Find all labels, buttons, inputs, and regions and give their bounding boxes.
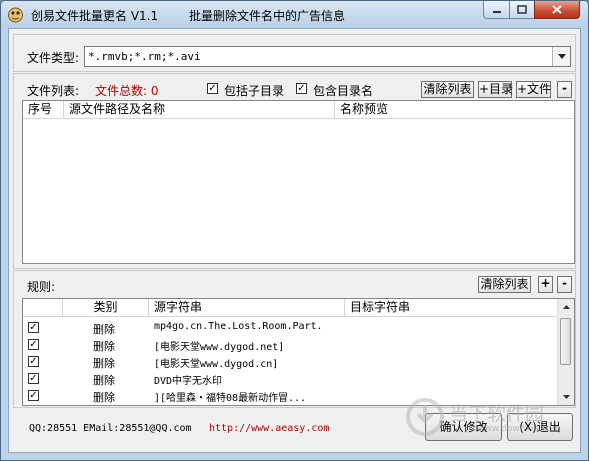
scroll-down-button[interactable] xyxy=(558,389,574,405)
rule-type: 删除 xyxy=(93,323,115,336)
watermark xyxy=(405,397,445,440)
rule-source-string: ][哈里森・福特08最新动作冒... xyxy=(154,393,307,404)
file-type-value: *.rmvb;*.rm;*.avi xyxy=(88,50,201,63)
rule-source-string: [电影天堂www.dygod.net] xyxy=(154,342,285,353)
add-file-button[interactable]: +文件 xyxy=(516,81,551,98)
maximize-button[interactable] xyxy=(509,1,535,19)
title-bar[interactable]: 创易文件批量更名 V1.1 批量删除文件名中的广告信息 xyxy=(1,1,588,28)
watermark-url: www.downxia.com xyxy=(477,424,561,434)
clear-rules-button[interactable]: 清除列表 xyxy=(478,276,531,293)
rule-type: 删除 xyxy=(93,374,115,387)
combo-dropdown-button[interactable] xyxy=(552,47,570,66)
rule-type: 删除 xyxy=(93,391,115,404)
column-header-check[interactable] xyxy=(23,299,63,316)
window-title: 创易文件批量更名 V1.1 xyxy=(31,9,159,23)
column-header-name-preview[interactable]: 名称预览 xyxy=(335,101,574,118)
rule-row[interactable]: ✓ 删除 [电影天堂www.dygod.cn] xyxy=(23,353,558,370)
client-area: 文件类型: *.rmvb;*.rm;*.avi 文件列表: 文件总数: 0 ✓ … xyxy=(8,28,581,453)
column-header-source-string[interactable]: 源字符串 xyxy=(149,299,345,316)
scroll-up-button[interactable] xyxy=(558,299,574,315)
column-header-index[interactable]: 序号 xyxy=(23,101,64,118)
rule-row[interactable]: ✓ 删除 mp4go.cn.The.Lost.Room.Part. xyxy=(23,319,558,336)
maximize-icon xyxy=(517,5,527,14)
main-window: 创易文件批量更名 V1.1 批量删除文件名中的广告信息 文件类型: *.rmvb… xyxy=(0,0,589,461)
watermark-text: 当下软件园 xyxy=(449,403,545,425)
minimize-button[interactable] xyxy=(483,1,510,19)
rule-enabled-checkbox[interactable]: ✓ xyxy=(28,322,39,333)
chevron-down-icon xyxy=(557,54,566,59)
include-dirname-label[interactable]: 包含目录名 xyxy=(313,82,373,99)
column-header-source-path[interactable]: 源文件路径及名称 xyxy=(64,101,335,118)
minimize-icon xyxy=(492,10,501,13)
file-list-label: 文件列表: xyxy=(27,84,80,98)
rule-type: 删除 xyxy=(93,357,115,370)
app-icon[interactable] xyxy=(7,6,24,23)
add-directory-button[interactable]: +目录 xyxy=(478,81,513,98)
rule-source-string: DVD中字无水印 xyxy=(154,376,223,387)
rules-header: 类别 源字符串 目标字符串 xyxy=(23,299,574,317)
scroll-up-icon xyxy=(562,305,570,309)
watermark-logo-icon xyxy=(406,398,444,436)
include-subdirs-checkbox[interactable]: ✓ xyxy=(207,83,218,94)
rules-label: 规则: xyxy=(27,280,56,294)
file-list-header: 序号 源文件路径及名称 名称预览 xyxy=(23,101,574,119)
window-subtitle: 批量删除文件名中的广告信息 xyxy=(189,9,346,23)
rule-type: 删除 xyxy=(93,340,115,353)
rule-enabled-checkbox[interactable]: ✓ xyxy=(28,356,39,367)
scroll-down-icon xyxy=(562,395,570,399)
remove-file-button[interactable]: - xyxy=(557,81,572,98)
scroll-thumb[interactable] xyxy=(560,318,571,365)
rule-enabled-checkbox[interactable]: ✓ xyxy=(28,339,39,350)
contact-info: QQ:28551 EMail:28551@QQ.com xyxy=(29,423,192,434)
column-header-target-string[interactable]: 目标字符串 xyxy=(345,299,560,316)
rules-table[interactable]: 类别 源字符串 目标字符串 ✓ 删除 mp4go.cn.The.Lost.Room.… xyxy=(22,298,575,406)
file-total-count: 文件总数: 0 xyxy=(95,84,159,98)
website-link[interactable]: http://www.aeasy.com xyxy=(209,423,329,434)
file-type-combo[interactable]: *.rmvb;*.rm;*.avi xyxy=(84,46,571,67)
rule-enabled-checkbox[interactable]: ✓ xyxy=(28,373,39,384)
rule-row[interactable]: ✓ 删除 [电影天堂www.dygod.net] xyxy=(23,336,558,353)
rule-source-string: [电影天堂www.dygod.cn] xyxy=(154,359,279,370)
rule-row[interactable]: ✓ 删除 DVD中字无水印 xyxy=(23,370,558,387)
clear-file-list-button[interactable]: 清除列表 xyxy=(421,81,474,98)
close-button[interactable] xyxy=(534,1,580,19)
include-dirname-checkbox[interactable]: ✓ xyxy=(296,83,307,94)
remove-rule-button[interactable]: - xyxy=(557,276,572,293)
file-type-label: 文件类型: xyxy=(27,51,80,65)
close-icon xyxy=(552,5,562,14)
file-list-table[interactable]: 序号 源文件路径及名称 名称预览 xyxy=(22,100,575,264)
column-header-type[interactable]: 类别 xyxy=(63,299,149,316)
rule-source-string: mp4go.cn.The.Lost.Room.Part. xyxy=(154,321,323,332)
include-subdirs-label[interactable]: 包括子目录 xyxy=(224,82,284,99)
rule-enabled-checkbox[interactable]: ✓ xyxy=(28,390,39,401)
add-rule-button[interactable]: + xyxy=(538,276,553,293)
rules-scrollbar[interactable] xyxy=(557,299,574,405)
